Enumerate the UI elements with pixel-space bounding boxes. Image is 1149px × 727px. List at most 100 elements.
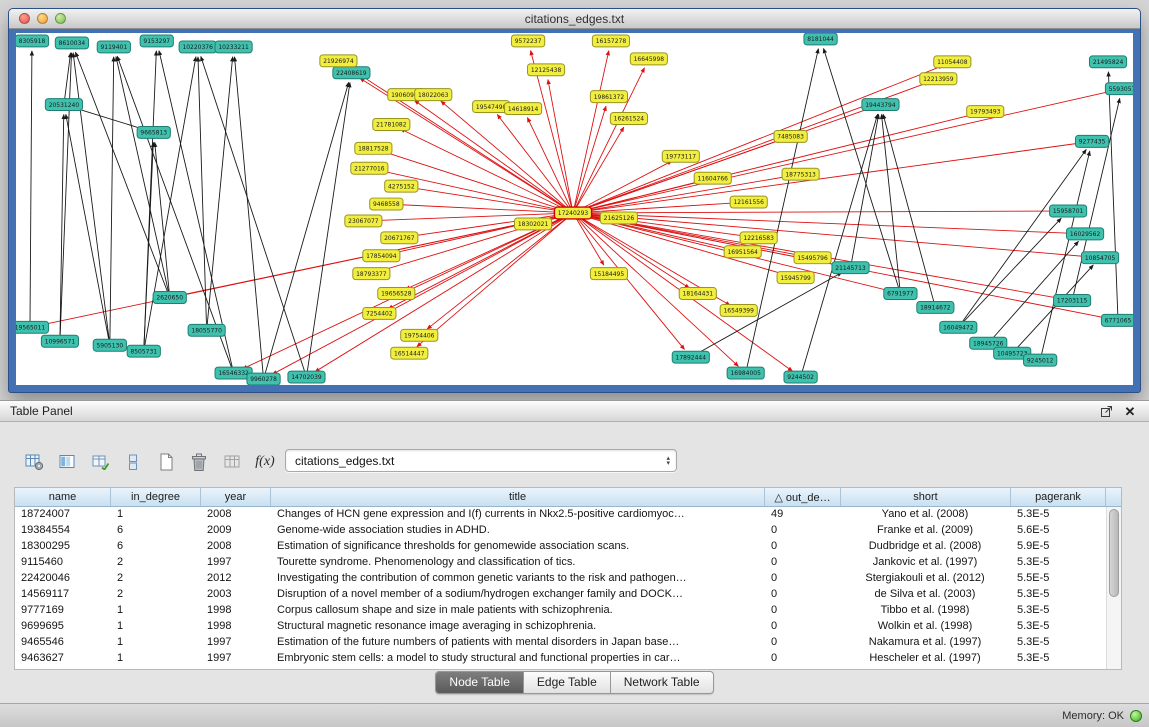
table-mode-button[interactable] — [22, 450, 46, 474]
graph-node[interactable]: 8505731 — [127, 345, 160, 357]
graph-node[interactable]: 16984005 — [727, 367, 764, 379]
graph-node[interactable]: 16049472 — [940, 321, 977, 333]
graph-node[interactable]: 19773117 — [662, 150, 699, 162]
minimize-window-button[interactable] — [37, 13, 48, 24]
table-row[interactable]: 1456911722003Disruption of a novel membe… — [15, 587, 1121, 603]
graph-node[interactable]: 9960278 — [247, 373, 280, 385]
network-view[interactable]: 8305918 8610034 9119401 9153297 102203761023… — [16, 33, 1133, 385]
graph-node[interactable]: 19754406 — [401, 329, 438, 341]
graph-node[interactable]: 16261524 — [610, 113, 647, 125]
graph-node[interactable]: 6791977 — [884, 288, 917, 300]
new-column-button[interactable] — [88, 450, 112, 474]
graph-node[interactable]: 18022063 — [415, 89, 452, 101]
graph-node[interactable]: 16514447 — [391, 347, 428, 359]
graph-node[interactable]: 22408619 — [333, 67, 370, 79]
graph-node[interactable]: 19861372 — [590, 91, 627, 103]
graph-node[interactable]: 4275152 — [385, 180, 418, 192]
network-canvas[interactable]: 8305918 8610034 9119401 9153297 102203761023… — [16, 33, 1133, 385]
graph-node[interactable]: 18914672 — [917, 301, 954, 313]
table-row[interactable]: 946362711997Embryonic stem cells: a mode… — [15, 651, 1121, 667]
graph-node[interactable]: 11604766 — [694, 172, 731, 184]
graph-node[interactable]: 21781082 — [373, 119, 410, 131]
graph-node[interactable]: 19656528 — [378, 288, 415, 300]
tab-network-table[interactable]: Network Table — [611, 672, 713, 693]
graph-node[interactable]: 18302021 — [515, 218, 552, 230]
graph-node[interactable]: 20531240 — [45, 99, 82, 111]
graph-node[interactable]: 15945799 — [777, 272, 814, 284]
graph-node[interactable]: 17203115 — [1054, 295, 1091, 307]
graph-node[interactable]: 9468558 — [370, 198, 403, 210]
table-row[interactable]: 946554611997Estimation of the future num… — [15, 635, 1121, 651]
graph-node[interactable]: 10220376 — [179, 41, 216, 53]
graph-node[interactable]: 7485083 — [774, 130, 807, 142]
graph-node[interactable]: 14618914 — [505, 103, 542, 115]
table-row[interactable]: 977716911998Corpus callosum shape and si… — [15, 603, 1121, 619]
column-header-out_degree[interactable]: △ out_de… — [765, 488, 841, 506]
graph-node[interactable]: 5593057 — [1105, 83, 1133, 95]
graph-node[interactable]: 5905130 — [93, 339, 126, 351]
graph-node[interactable]: 12161556 — [730, 196, 767, 208]
graph-node[interactable]: 14702039 — [288, 371, 325, 383]
graph-node[interactable]: 19565011 — [16, 321, 49, 333]
graph-node[interactable]: 7254402 — [363, 307, 396, 319]
graph-node[interactable]: 10996571 — [41, 335, 78, 347]
graph-node[interactable]: 16951564 — [724, 246, 761, 258]
delete-table-button[interactable] — [187, 450, 211, 474]
graph-node[interactable]: 6771065 — [1101, 314, 1133, 326]
row-height-button[interactable] — [121, 450, 145, 474]
graph-node[interactable]: 16645998 — [630, 53, 667, 65]
table-row[interactable]: 1830029562008Estimation of significance … — [15, 539, 1121, 555]
graph-node[interactable]: 12216583 — [740, 232, 777, 244]
memory-status-icon[interactable] — [1130, 710, 1142, 722]
graph-node[interactable]: 10854705 — [1081, 252, 1118, 264]
graph-node[interactable]: 17854094 — [363, 250, 400, 262]
column-header-title[interactable]: title — [271, 488, 765, 506]
column-header-year[interactable]: year — [201, 488, 271, 506]
graph-node[interactable]: 18793377 — [353, 268, 390, 280]
graph-node[interactable]: 9244502 — [784, 371, 817, 383]
graph-node[interactable]: 16157278 — [592, 35, 629, 47]
graph-node[interactable]: 16029562 — [1067, 228, 1104, 240]
graph-node[interactable]: 21495824 — [1089, 56, 1126, 68]
table-row[interactable]: 1938455462009Genome-wide association stu… — [15, 523, 1121, 539]
graph-node[interactable]: 17240293 — [554, 207, 591, 219]
table-select-dropdown[interactable]: citations_edges.txt ▴▾ — [285, 449, 677, 472]
scrollbar-thumb[interactable] — [1109, 509, 1119, 597]
graph-node[interactable]: 18817528 — [355, 142, 392, 154]
graph-node[interactable]: 8610034 — [55, 37, 88, 49]
graph-node[interactable]: 2620650 — [153, 292, 186, 304]
table-row[interactable]: 2242004622012Investigating the contribut… — [15, 571, 1121, 587]
window-titlebar[interactable]: citations_edges.txt — [9, 9, 1140, 29]
tab-node-table[interactable]: Node Table — [436, 672, 524, 693]
graph-node[interactable]: 9153297 — [140, 35, 173, 47]
zoom-window-button[interactable] — [55, 13, 66, 24]
graph-node[interactable]: 11054408 — [934, 56, 971, 68]
graph-node[interactable]: 9665813 — [137, 126, 170, 138]
graph-node[interactable]: 23067077 — [345, 215, 382, 227]
graph-node[interactable]: 18775313 — [782, 168, 819, 180]
tab-edge-table[interactable]: Edge Table — [524, 672, 611, 693]
graph-node[interactable]: 21145713 — [832, 262, 869, 274]
graph-node[interactable]: 21926974 — [320, 55, 357, 67]
graph-node[interactable]: 19793493 — [967, 106, 1004, 118]
graph-node[interactable]: 9119401 — [97, 41, 130, 53]
graph-node[interactable]: 15184495 — [590, 268, 627, 280]
graph-node[interactable]: 10233211 — [215, 41, 252, 53]
graph-node[interactable]: 8181044 — [804, 33, 837, 45]
float-panel-button[interactable] — [1097, 403, 1115, 419]
graph-node[interactable]: 15495796 — [794, 252, 831, 264]
vertical-scrollbar[interactable] — [1106, 507, 1121, 669]
graph-node[interactable]: 12213959 — [920, 73, 957, 85]
function-builder-button[interactable]: f(x) — [253, 450, 277, 474]
graph-node[interactable]: 15958701 — [1050, 205, 1087, 217]
graph-node[interactable]: 9572237 — [511, 35, 544, 47]
import-table-button[interactable] — [220, 450, 244, 474]
close-window-button[interactable] — [19, 13, 30, 24]
graph-node[interactable]: 19443794 — [862, 99, 899, 111]
graph-node[interactable]: 21277016 — [351, 162, 388, 174]
graph-node[interactable]: 21625126 — [600, 212, 637, 224]
graph-node[interactable]: 8305918 — [16, 35, 49, 47]
close-panel-button[interactable]: ✕ — [1121, 403, 1139, 419]
graph-node[interactable]: 16549399 — [720, 304, 757, 316]
graph-node[interactable]: 9245012 — [1024, 354, 1057, 366]
